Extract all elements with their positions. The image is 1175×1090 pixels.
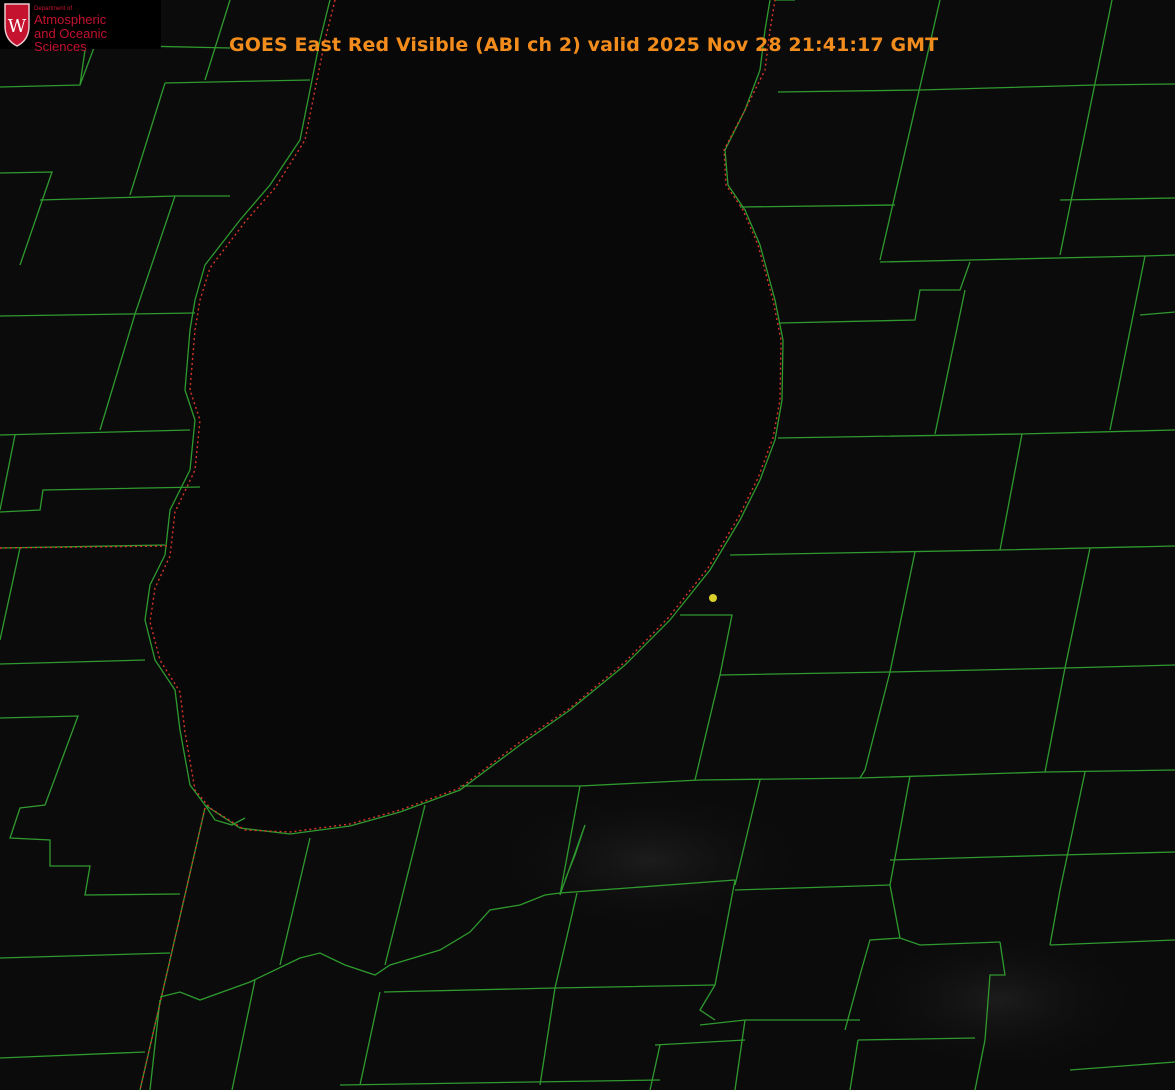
logo-line2: and Oceanic Sciences — [34, 26, 107, 54]
logo-line1: Atmospheric — [34, 12, 107, 27]
aos-logo: W Department of Atmospheric and Oceanic … — [0, 0, 161, 53]
cloud-texture — [820, 910, 1175, 1090]
image-title: GOES East Red Visible (ABI ch 2) valid 2… — [229, 34, 939, 56]
svg-text:W: W — [8, 16, 27, 37]
satellite-map — [0, 0, 1175, 1090]
location-marker — [709, 594, 717, 602]
uw-crest-icon: W — [4, 3, 30, 47]
cloud-texture — [450, 770, 850, 950]
